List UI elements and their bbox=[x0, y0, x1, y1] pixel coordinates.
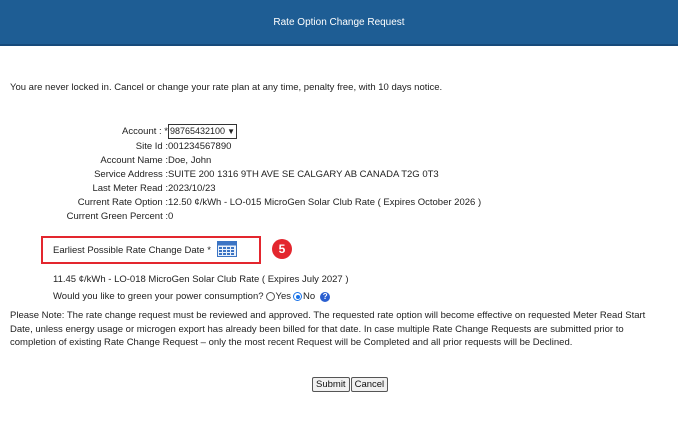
account-name-row: Account Name : Doe, John bbox=[0, 154, 211, 166]
calendar-icon[interactable] bbox=[216, 240, 237, 260]
account-label: Account : * bbox=[122, 125, 168, 137]
field-label: Account Name : bbox=[100, 154, 168, 166]
field-label: Service Address : bbox=[94, 168, 168, 180]
green-question-row: Would you like to green your power consu… bbox=[53, 291, 331, 302]
intro-text: You are never locked in. Cancel or chang… bbox=[10, 82, 443, 93]
step-badge: 5 bbox=[272, 239, 292, 259]
current-green-value: 0 bbox=[168, 210, 174, 222]
submit-button[interactable]: Submit bbox=[312, 377, 350, 392]
current-green-row: Current Green Percent : 0 bbox=[0, 210, 174, 222]
site-id-row: Site Id : 001234567890 bbox=[0, 140, 232, 152]
account-row: Account : * 98765432100 ▼ bbox=[0, 123, 237, 139]
current-rate-row: Current Rate Option : 12.50 ¢/kWh - LO-0… bbox=[0, 196, 481, 208]
rate-change-date-label: Earliest Possible Rate Change Date * bbox=[53, 244, 211, 256]
account-select[interactable]: 98765432100 ▼ bbox=[168, 123, 237, 139]
field-label: Site Id : bbox=[135, 140, 168, 152]
selected-rate-option: 11.45 ¢/kWh - LO-018 MicroGen Solar Club… bbox=[53, 274, 349, 285]
current-rate-value: 12.50 ¢/kWh - LO-015 MicroGen Solar Club… bbox=[168, 196, 482, 208]
site-id-value: 001234567890 bbox=[168, 140, 232, 152]
rate-change-date-highlight: Earliest Possible Rate Change Date * bbox=[41, 236, 261, 264]
last-meter-read-value: 2023/10/23 bbox=[168, 182, 216, 194]
radio-yes-label: Yes bbox=[275, 291, 292, 302]
account-name-value: Doe, John bbox=[168, 154, 212, 166]
last-meter-read-row: Last Meter Read : 2023/10/23 bbox=[0, 182, 216, 194]
page-title: Rate Option Change Request bbox=[273, 16, 405, 28]
green-question-text: Would you like to green your power consu… bbox=[53, 291, 264, 302]
help-icon[interactable]: ? bbox=[320, 291, 331, 302]
field-label: Last Meter Read : bbox=[92, 182, 168, 194]
radio-no-label: No bbox=[303, 291, 316, 302]
field-label: Current Green Percent : bbox=[66, 210, 168, 222]
cancel-button[interactable]: Cancel bbox=[350, 377, 389, 392]
radio-no[interactable] bbox=[293, 292, 303, 301]
service-address-value: SUITE 200 1316 9TH AVE SE CALGARY AB CAN… bbox=[168, 168, 439, 180]
title-bar: Rate Option Change Request bbox=[0, 0, 678, 46]
chevron-down-icon: ▼ bbox=[227, 126, 235, 136]
action-buttons: Submit Cancel bbox=[312, 377, 389, 392]
please-note-text: Please Note: The rate change request mus… bbox=[10, 310, 646, 348]
service-address-row: Service Address : SUITE 200 1316 9TH AVE… bbox=[0, 168, 439, 180]
radio-yes[interactable] bbox=[265, 292, 275, 301]
field-label: Current Rate Option : bbox=[77, 196, 168, 208]
